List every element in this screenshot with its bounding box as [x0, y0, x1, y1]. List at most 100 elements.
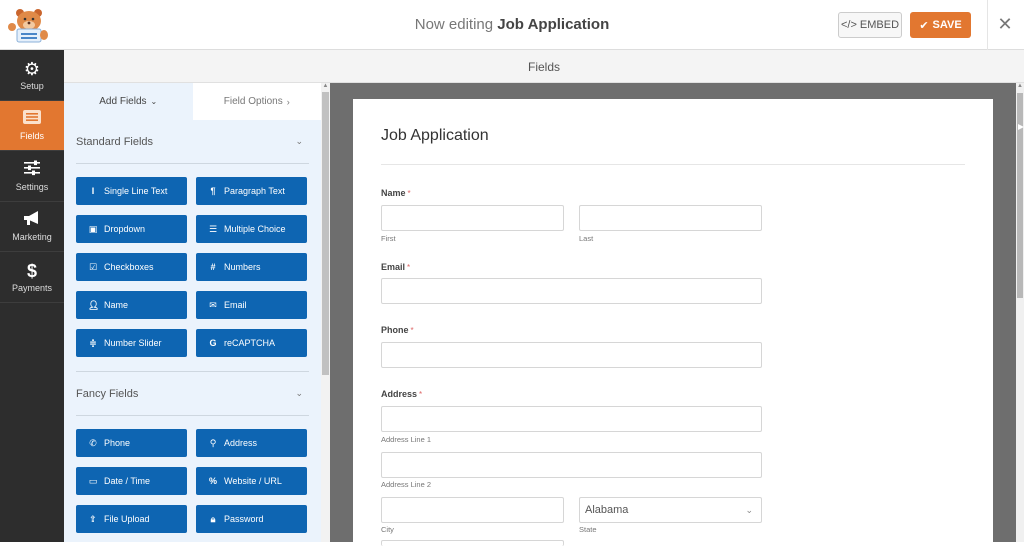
field-label: File Upload: [104, 514, 150, 524]
scrollbar-thumb[interactable]: [322, 92, 329, 375]
field-button-website-url[interactable]: % Website / URL: [196, 467, 307, 495]
sidebar-item-payments[interactable]: $ Payments: [0, 252, 64, 303]
fancy-fields-header[interactable]: Fancy Fields ⌄: [76, 372, 309, 416]
field-button-name[interactable]: 👤︎ Name: [76, 291, 187, 319]
last-sublabel: Last: [579, 234, 594, 243]
code-icon: </>: [840, 19, 857, 31]
state-sublabel: State: [579, 525, 597, 534]
name-label: Name *: [381, 188, 411, 198]
panel-tabs: Add Fields ⌄ Field Options ›: [64, 83, 321, 120]
field-button-file-upload[interactable]: ⇪ File Upload: [76, 505, 187, 533]
address-line2-input[interactable]: [381, 452, 762, 478]
address-line1-sublabel: Address Line 1: [381, 435, 432, 444]
google-icon: G: [209, 338, 217, 348]
embed-label: EMBED: [859, 19, 900, 31]
close-icon[interactable]: ✕: [995, 14, 1015, 34]
field-label: Paragraph Text: [224, 186, 285, 196]
form-preview: Job Application Name * First Last Email * …: [330, 83, 1016, 546]
sidebar-item-setup[interactable]: ⚙ Setup: [0, 50, 64, 101]
field-button-phone[interactable]: ✆ Phone: [76, 429, 187, 457]
paragraph-icon: ¶: [210, 186, 216, 196]
checkbox-icon: ☑: [88, 261, 98, 272]
field-label: Phone: [104, 438, 131, 448]
fields-panel: Add Fields ⌄ Field Options › Standard Fi…: [64, 83, 321, 542]
field-label: reCAPTCHA: [224, 338, 276, 348]
field-button-dropdown[interactable]: ▣ Dropdown: [76, 215, 187, 243]
title-form-name: Job Application: [497, 16, 610, 33]
sidebar-item-label: Setup: [20, 80, 44, 91]
zip-input[interactable]: [381, 540, 564, 546]
standard-fields-grid: Ι Single Line Text ¶ Paragraph Text ▣ Dropd…: [64, 164, 321, 369]
dropdown-icon: ▣: [88, 223, 98, 234]
field-button-password[interactable]: 🔒︎ Password: [196, 505, 307, 533]
city-sublabel: City: [381, 525, 394, 534]
field-label: Date / Time: [104, 476, 151, 486]
tab-label: Add Fields: [99, 96, 147, 107]
builder-sidebar: ⚙ Setup Fields Settings Marketing $ Paym…: [0, 50, 64, 542]
save-button[interactable]: ✔ SAVE: [910, 12, 971, 38]
dollar-icon: $: [26, 260, 37, 281]
field-button-date-time[interactable]: ▭ Date / Time: [76, 467, 187, 495]
section-title: Fields: [527, 60, 560, 74]
required-mark: *: [407, 263, 411, 272]
chevron-down-icon: ⌄: [745, 504, 753, 515]
field-label: Email: [224, 300, 247, 310]
email-input[interactable]: [381, 278, 762, 304]
list-icon: ☰: [208, 223, 218, 234]
chevron-down-icon: ⌄: [295, 136, 303, 146]
scroll-up-arrow-icon[interactable]: ▲: [1016, 83, 1024, 91]
address-label: Address *: [381, 389, 423, 399]
panel-scrollbar[interactable]: ▲: [321, 83, 330, 542]
field-button-address[interactable]: ⚲ Address: [196, 429, 307, 457]
lock-icon: 🔒︎: [210, 513, 216, 524]
field-button-recaptcha[interactable]: GreCAPTCHA: [196, 329, 307, 357]
form-title: Job Application: [381, 127, 489, 144]
state-select[interactable]: Alabama ⌄: [579, 497, 762, 523]
text-cursor-icon: Ι: [91, 186, 95, 196]
required-mark: *: [419, 390, 423, 399]
megaphone-icon: [23, 210, 41, 230]
sidebar-item-marketing[interactable]: Marketing: [0, 202, 64, 252]
chevron-down-icon: ⌄: [295, 388, 303, 398]
link-icon: %: [208, 476, 217, 486]
phone-icon: ✆: [89, 437, 97, 448]
tab-label: Field Options: [223, 96, 283, 107]
scroll-up-arrow-icon[interactable]: ▲: [322, 83, 329, 91]
tab-add-fields[interactable]: Add Fields ⌄: [64, 83, 193, 120]
top-bar: Now editing Job Application </> EMBED ✔ …: [0, 0, 1024, 50]
tab-field-options[interactable]: Field Options ›: [192, 83, 321, 120]
field-button-multiple-choice[interactable]: ☰ Multiple Choice: [196, 215, 307, 243]
required-mark: *: [407, 189, 411, 198]
envelope-icon: ✉: [209, 299, 217, 310]
field-button-single-line-text[interactable]: Ι Single Line Text: [76, 177, 187, 205]
field-label: Checkboxes: [104, 262, 154, 272]
form-card: Job Application Name * First Last Email * …: [353, 99, 993, 546]
standard-fields-header[interactable]: Standard Fields ⌄: [76, 120, 309, 164]
title-prefix: Now editing: [414, 16, 494, 33]
sidebar-item-fields[interactable]: Fields: [0, 100, 64, 151]
field-label: Number Slider: [104, 338, 162, 348]
preview-scrollbar[interactable]: ▲: [1016, 83, 1024, 542]
slider-icon: ≑: [89, 337, 97, 348]
address-line1-input[interactable]: [381, 406, 762, 432]
save-label: SAVE: [932, 19, 962, 31]
field-button-paragraph-text[interactable]: ¶ Paragraph Text: [196, 177, 307, 205]
check-icon: ✔: [919, 19, 929, 32]
field-button-email[interactable]: ✉ Email: [196, 291, 307, 319]
first-name-input[interactable]: [381, 205, 564, 231]
sidebar-item-settings[interactable]: Settings: [0, 151, 64, 202]
field-button-numbers[interactable]: # Numbers: [196, 253, 307, 281]
embed-button[interactable]: </> EMBED: [838, 12, 902, 38]
field-button-checkboxes[interactable]: ☑ Checkboxes: [76, 253, 187, 281]
upload-icon: ⇪: [89, 513, 97, 524]
state-value: Alabama: [585, 504, 629, 516]
section-title: Standard Fields: [76, 135, 154, 148]
chevron-down-icon: ⌄: [150, 97, 158, 106]
map-marker-icon: ⚲: [209, 437, 217, 448]
city-input[interactable]: [381, 497, 564, 523]
gear-icon: ⚙: [23, 58, 41, 79]
phone-input[interactable]: [381, 342, 762, 368]
last-name-input[interactable]: [579, 205, 762, 231]
section-bar: Fields: [64, 50, 1024, 83]
field-button-number-slider[interactable]: ≑ Number Slider: [76, 329, 187, 357]
